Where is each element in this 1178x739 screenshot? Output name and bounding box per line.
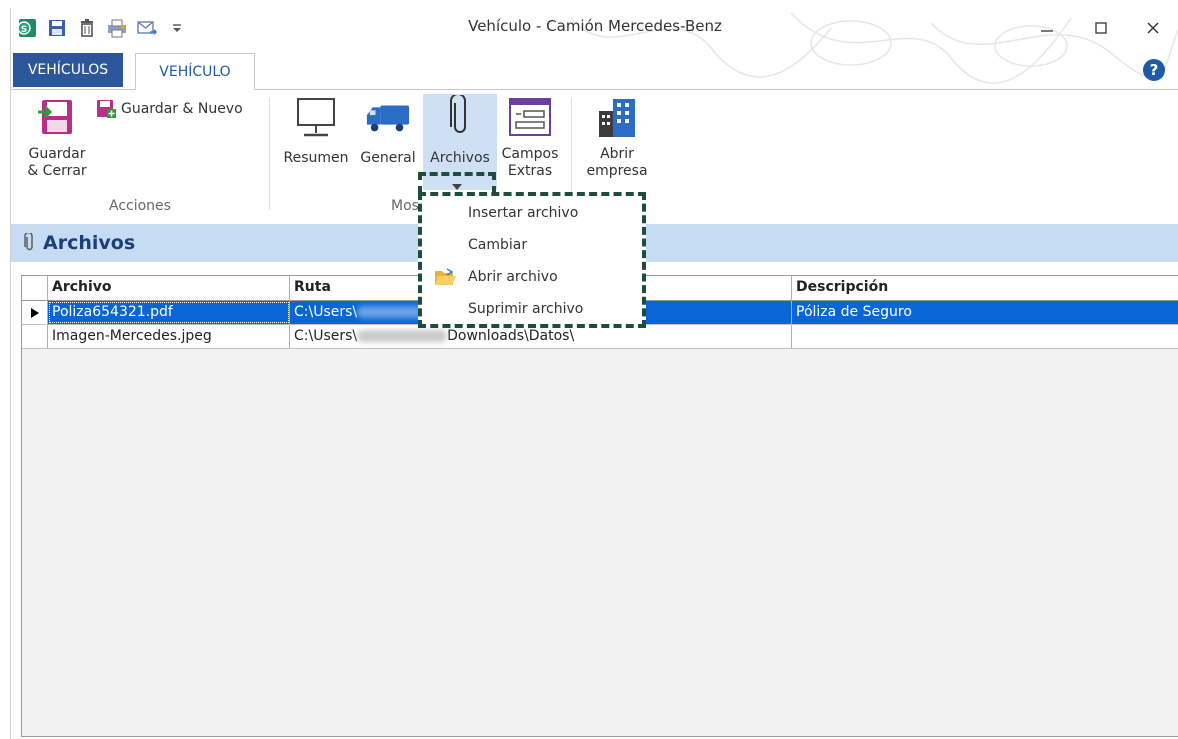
files-dropdown-menu: Insertar archivo Cambiar Abrir archivo S…	[418, 192, 646, 328]
open-folder-icon	[422, 267, 468, 287]
save-close-label-line2: & Cerrar	[27, 163, 87, 179]
row-selector[interactable]	[22, 301, 48, 324]
maximize-icon	[1095, 22, 1107, 34]
general-button[interactable]: General	[355, 94, 421, 190]
row-selector[interactable]	[22, 325, 48, 348]
column-header-descripcion[interactable]: Descripción	[792, 276, 1178, 300]
cell-description[interactable]: Póliza de Seguro	[792, 301, 1178, 324]
menu-item-label: Insertar archivo	[468, 205, 579, 221]
summary-button[interactable]: Resumen	[279, 94, 353, 190]
form-fields-icon	[507, 94, 553, 140]
open-company-label-line2: empresa	[586, 163, 648, 179]
extra-fields-label-line2: Extras	[507, 163, 553, 179]
dropdown-arrow-icon	[452, 184, 462, 190]
window-title: Vehículo - Camión Mercedes-Benz	[468, 17, 722, 35]
paperclip-icon	[24, 233, 33, 251]
path-suffix: Downloads\Datos\	[447, 328, 575, 344]
title-bar: S Vehículo - Camión Mercedes-Benz	[11, 8, 1178, 84]
cell-path[interactable]: C:\Users\ Downloads\Datos\	[290, 325, 792, 348]
save-close-button[interactable]: Guardar & Cerrar	[17, 94, 97, 194]
menu-item-label: Suprimir archivo	[468, 301, 584, 317]
minimize-icon	[1041, 30, 1053, 32]
group-separator	[269, 98, 270, 210]
help-icon[interactable]: ?	[1143, 59, 1165, 81]
minimize-button[interactable]	[1027, 12, 1067, 44]
cell-file-name[interactable]: Imagen-Mercedes.jpeg	[48, 325, 290, 348]
files-grid: Archivo Ruta Descripción Poliza654321.pd…	[21, 275, 1178, 737]
maximize-button[interactable]	[1081, 12, 1121, 44]
menu-item-label: Cambiar	[468, 237, 528, 253]
summary-label: Resumen	[283, 150, 349, 166]
group-label-mostrar: Mos	[391, 198, 419, 214]
save-new-button[interactable]: Guardar & Nuevo	[95, 96, 243, 122]
save-new-label: Guardar & Nuevo	[121, 101, 243, 117]
ribbon-tab-row: VEHÍCULOS VEHÍCULO ?	[11, 51, 1178, 90]
menu-item-delete-file[interactable]: Suprimir archivo	[422, 294, 642, 324]
close-icon	[1147, 22, 1159, 34]
column-header-archivo[interactable]: Archivo	[48, 276, 290, 300]
save-close-icon	[34, 94, 80, 140]
files-label: Archivos	[430, 150, 490, 166]
extra-fields-button[interactable]: Campos Extras	[499, 94, 561, 194]
truck-icon	[365, 94, 411, 140]
redacted-username	[357, 330, 448, 342]
menu-item-insert-file[interactable]: Insertar archivo	[422, 198, 642, 228]
extra-fields-label-line1: Campos	[501, 146, 559, 162]
row-indicator-header	[22, 276, 48, 300]
application-window: S Vehículo - Camión Mercedes-Benz VEHÍCU…	[10, 8, 1178, 739]
open-company-label-line1: Abrir	[600, 146, 634, 162]
open-company-button[interactable]: Abrir empresa	[579, 94, 655, 194]
group-label-acciones: Acciones	[109, 198, 171, 214]
cell-file-name[interactable]: Poliza654321.pdf	[48, 301, 290, 324]
cell-description[interactable]	[792, 325, 1178, 348]
table-row[interactable]: Imagen-Mercedes.jpeg C:\Users\ Downloads\…	[22, 325, 1178, 349]
section-title: Archivos	[43, 232, 136, 254]
current-row-pointer-icon	[30, 307, 39, 318]
redacted-username	[357, 306, 428, 318]
menu-item-label: Abrir archivo	[468, 269, 558, 285]
save-close-label-line1: Guardar	[28, 146, 86, 162]
highlight-frame-files-arrow	[418, 172, 496, 194]
menu-item-change[interactable]: Cambiar	[422, 230, 642, 260]
tab-vehiculos[interactable]: VEHÍCULOS	[13, 53, 123, 87]
tab-vehiculo[interactable]: VEHÍCULO	[135, 53, 255, 90]
menu-item-open-file[interactable]: Abrir archivo	[422, 262, 642, 292]
monitor-icon	[293, 94, 339, 140]
close-button[interactable]	[1133, 12, 1173, 44]
building-icon	[594, 94, 640, 140]
path-prefix: C:\Users\	[294, 328, 358, 344]
paperclip-icon	[437, 94, 483, 140]
path-prefix: C:\Users\	[294, 304, 358, 320]
general-label: General	[360, 150, 416, 166]
save-new-icon	[97, 100, 116, 118]
